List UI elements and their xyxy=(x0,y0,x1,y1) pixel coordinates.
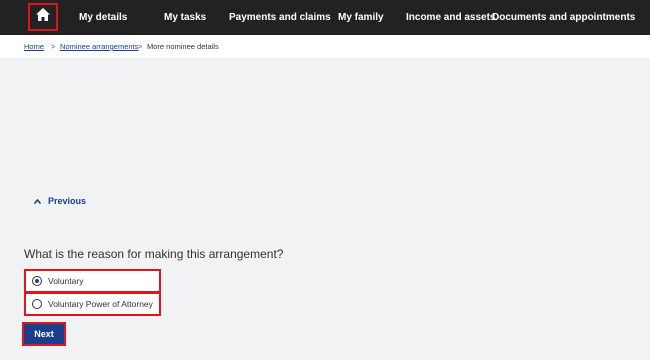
radio-label-voluntary-power-of-attorney: Voluntary Power of Attorney xyxy=(48,299,153,309)
breadcrumb-separator: > xyxy=(51,42,56,51)
breadcrumb-nominee-arrangements-link[interactable]: Nominee arrangements xyxy=(60,42,138,51)
nav-item-income-and-assets[interactable]: Income and assets xyxy=(406,0,495,35)
radio-label-voluntary: Voluntary xyxy=(48,276,84,286)
radio-option-voluntary[interactable]: Voluntary xyxy=(24,269,161,293)
nav-item-documents-and-appointments[interactable]: Documents and appointments xyxy=(492,0,635,35)
chevron-up-icon xyxy=(33,196,42,206)
previous-label: Previous xyxy=(48,196,87,206)
top-navigation: My details My tasks Payments and claims … xyxy=(0,0,650,35)
nav-item-my-tasks[interactable]: My tasks xyxy=(164,0,206,35)
home-icon xyxy=(35,7,51,27)
breadcrumb-home-link[interactable]: Home xyxy=(24,42,44,51)
next-button[interactable]: Next xyxy=(22,322,66,346)
radio-button[interactable] xyxy=(32,299,42,309)
radio-button-checked[interactable] xyxy=(32,276,42,286)
nav-item-my-details[interactable]: My details xyxy=(79,0,127,35)
nav-item-payments-and-claims[interactable]: Payments and claims xyxy=(229,0,331,35)
breadcrumb-separator: > xyxy=(138,42,143,51)
nav-item-my-family[interactable]: My family xyxy=(338,0,384,35)
breadcrumb: Home > Nominee arrangements > More nomin… xyxy=(0,35,650,58)
radio-option-voluntary-power-of-attorney[interactable]: Voluntary Power of Attorney xyxy=(24,292,161,316)
breadcrumb-current: More nominee details xyxy=(147,42,219,51)
question-text: What is the reason for making this arran… xyxy=(24,247,284,261)
previous-link[interactable]: Previous xyxy=(33,196,87,206)
home-button[interactable] xyxy=(28,3,58,31)
